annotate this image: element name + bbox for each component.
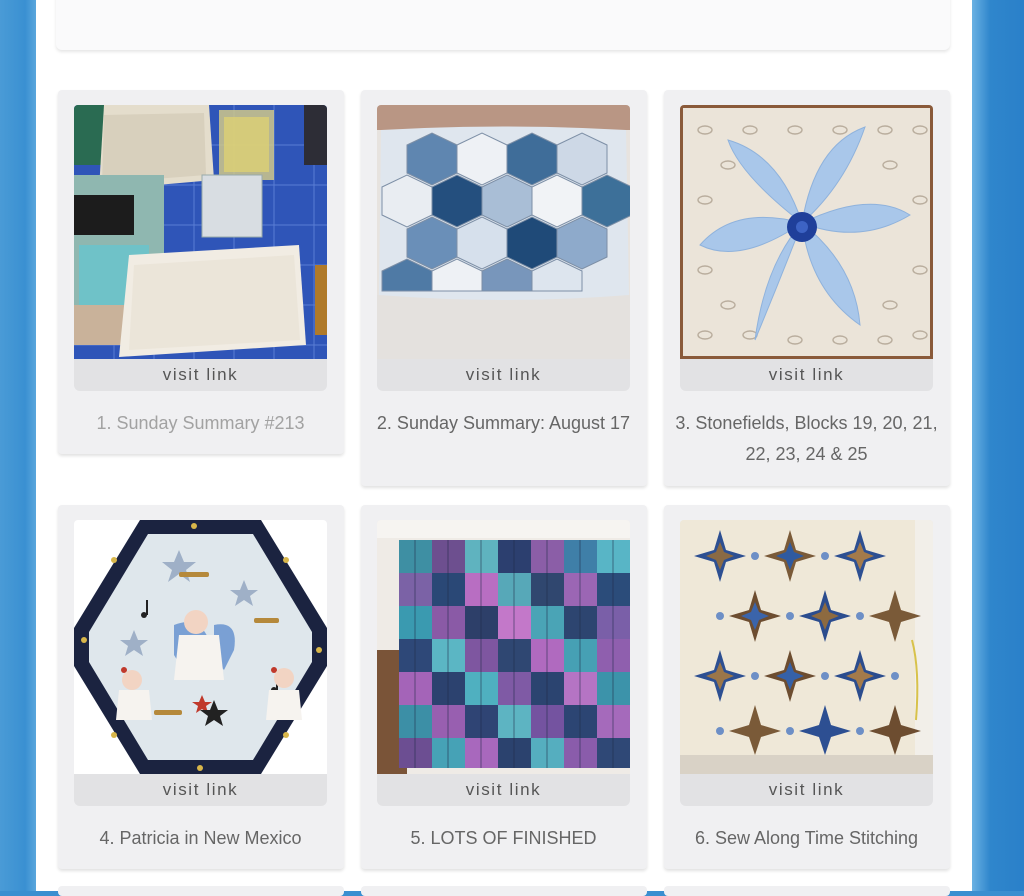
thumbnail-image[interactable] [680,520,933,774]
link-card-1[interactable]: visit link 1. Sunday Summary #213 [58,90,344,454]
link-card-6[interactable]: visit link 6. Sew Along Time Stitching [664,505,950,869]
entry-title-link[interactable]: 6. Sew Along Time Stitching [674,823,939,854]
entry-title-link[interactable]: 4. Patricia in New Mexico [68,823,333,854]
link-card-2[interactable]: visit link 2. Sunday Summary: August 17 [361,90,647,486]
entry-title-link[interactable]: 3. Stonefields, Blocks 19, 20, 21, 22, 2… [674,408,939,470]
visit-link-button[interactable]: visit link [377,774,630,806]
link-card-7-partial[interactable] [58,886,344,896]
link-card-4[interactable]: visit link 4. Patricia in New Mexico [58,505,344,869]
thumbnail-image[interactable] [377,520,630,774]
visit-link-button[interactable]: visit link [377,359,630,391]
link-party-page: visit link 1. Sunday Summary #213 visit … [36,0,972,896]
thumbnail-image[interactable] [74,520,327,774]
thumbnail-image[interactable] [377,105,630,359]
thumbnail-image[interactable] [680,105,933,359]
link-card-8-partial[interactable] [361,886,647,896]
link-card-9-partial[interactable] [664,886,950,896]
visit-link-button[interactable]: visit link [74,774,327,806]
visit-link-button[interactable]: visit link [680,359,933,391]
visit-link-button[interactable]: visit link [74,359,327,391]
top-content-box [56,0,950,50]
link-card-5[interactable]: visit link 5. LOTS OF FINISHED [361,505,647,869]
entry-title-link[interactable]: 2. Sunday Summary: August 17 [371,408,636,439]
link-card-3[interactable]: visit link 3. Stonefields, Blocks 19, 20… [664,90,950,486]
visit-link-button[interactable]: visit link [680,774,933,806]
right-background-edge [972,0,1024,891]
entry-title-link[interactable]: 1. Sunday Summary #213 [68,408,333,439]
thumbnail-image[interactable] [74,105,327,359]
entry-title-link[interactable]: 5. LOTS OF FINISHED [371,823,636,854]
left-background-edge [0,0,36,891]
